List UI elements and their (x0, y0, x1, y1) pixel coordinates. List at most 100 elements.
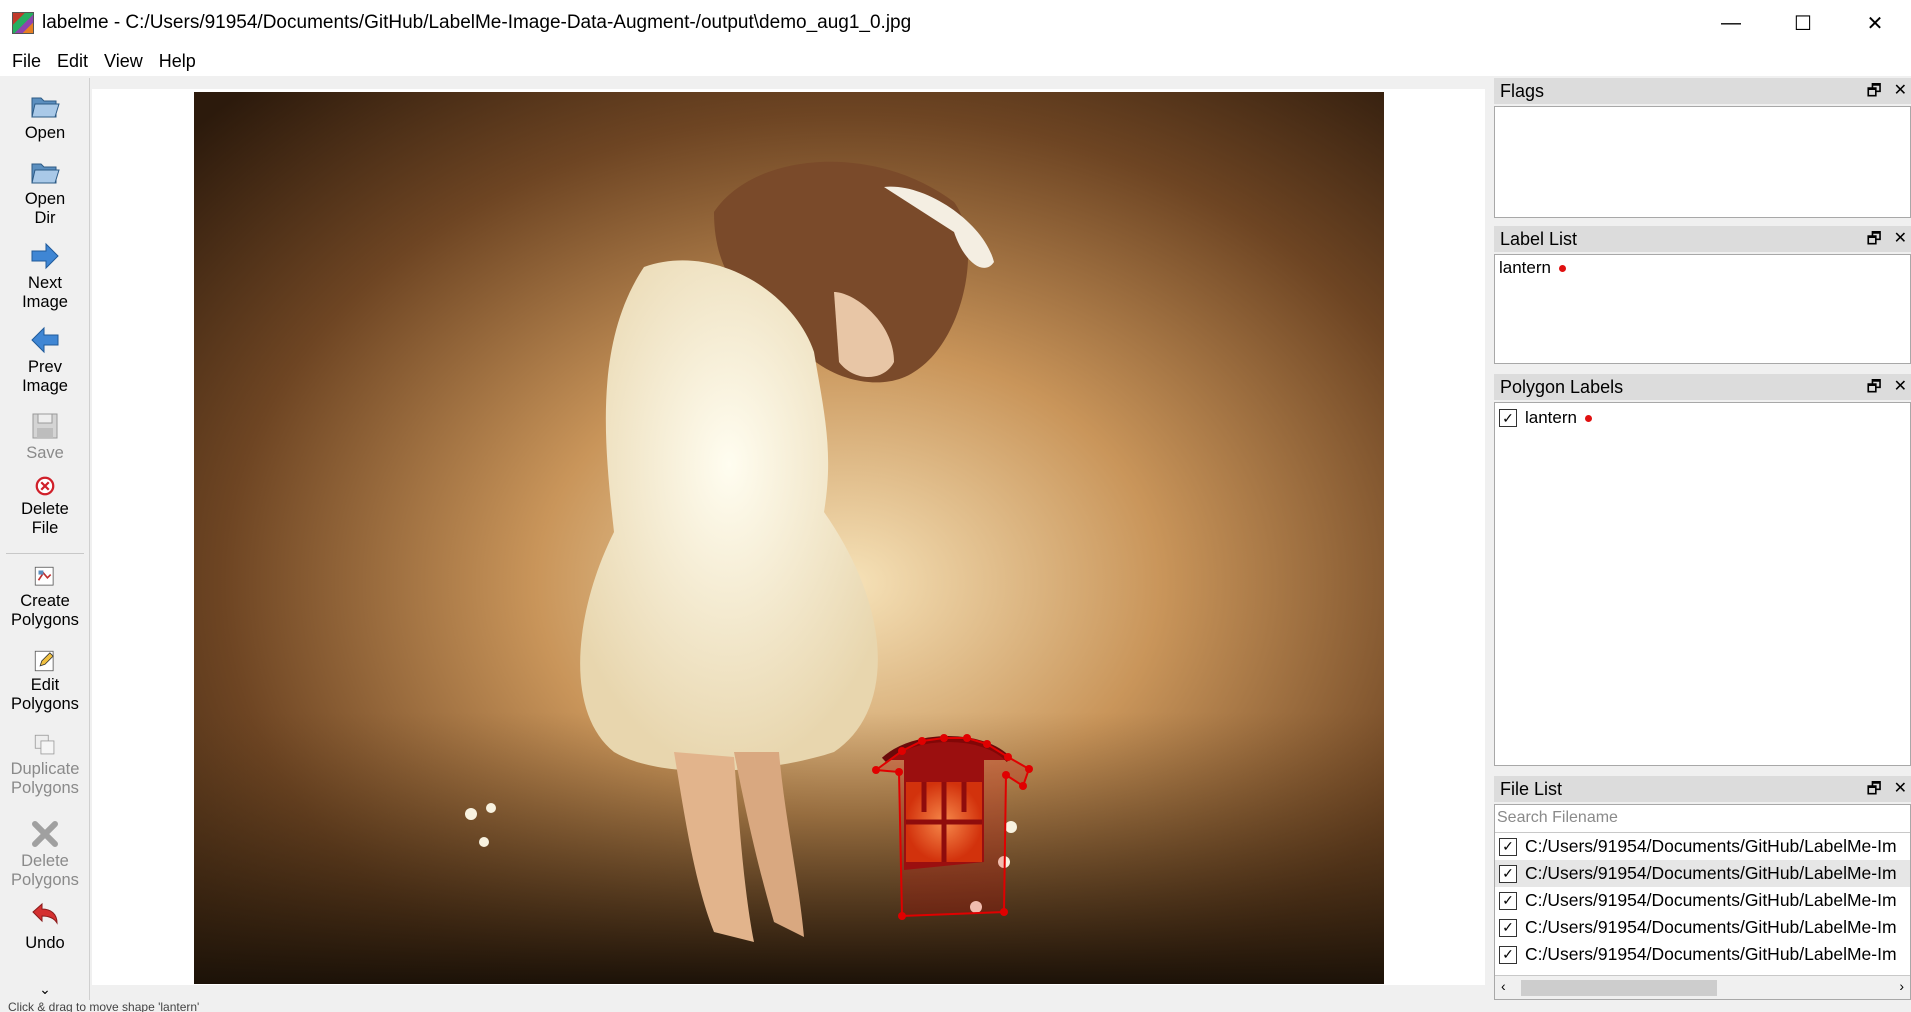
label-color-dot (1558, 264, 1566, 272)
scrollbar-thumb[interactable] (1521, 980, 1717, 996)
labelme-app-icon (12, 12, 34, 34)
close-button[interactable]: ✕ (1839, 0, 1911, 46)
label-text: lantern (1499, 258, 1551, 277)
polygon-label-text: lantern (1525, 408, 1577, 427)
float-icon[interactable]: 🗗 (1867, 376, 1882, 403)
label-list-dock-title: Label List 🗗 ✕ (1494, 226, 1911, 252)
prev-image-label-2: Image (22, 377, 68, 395)
create-polygons-label-2: Polygons (11, 611, 79, 629)
open-button[interactable]: Open (0, 90, 90, 143)
toolbar-separator (6, 553, 84, 554)
delete-polygons-label-1: Delete (21, 852, 69, 870)
scroll-right-icon[interactable]: › (1899, 978, 1904, 994)
save-button[interactable]: Save (0, 410, 90, 463)
flags-dock-buttons: 🗗 ✕ (1867, 80, 1907, 107)
file-list-horizontal-scrollbar[interactable]: ‹ › (1495, 975, 1910, 999)
file-checkbox[interactable]: ✓ (1499, 945, 1517, 964)
arrow-left-icon (31, 326, 59, 354)
float-icon[interactable]: 🗗 (1867, 80, 1882, 107)
undo-label: Undo (25, 934, 65, 952)
create-polygons-button[interactable]: Create Polygons (0, 564, 90, 630)
delete-circle-icon (35, 476, 55, 496)
flags-list (1494, 106, 1911, 218)
file-list-item[interactable]: ✓ C:/Users/91954/Documents/GitHub/LabelM… (1495, 887, 1910, 914)
arrow-right-icon (31, 242, 59, 270)
close-icon[interactable]: ✕ (1894, 376, 1907, 403)
file-checkbox[interactable]: ✓ (1499, 918, 1517, 937)
undo-button[interactable]: Undo (0, 900, 90, 953)
close-icon[interactable]: ✕ (1894, 228, 1907, 255)
next-image-label-1: Next (28, 274, 62, 292)
label-list-item[interactable]: lantern (1495, 255, 1910, 281)
edit-polygons-button[interactable]: Edit Polygons (0, 648, 90, 714)
delete-file-button[interactable]: Delete File (0, 474, 90, 538)
label-list-title: Label List (1500, 228, 1578, 249)
file-checkbox[interactable]: ✓ (1499, 891, 1517, 910)
prev-image-label-1: Prev (28, 358, 62, 376)
menu-bar: File Edit View Help (0, 46, 1911, 76)
menu-file[interactable]: File (4, 51, 49, 72)
folder-open-icon (31, 97, 60, 118)
close-icon[interactable]: ✕ (1894, 778, 1907, 805)
file-checkbox[interactable]: ✓ (1499, 837, 1517, 856)
delete-x-icon (32, 821, 58, 847)
file-list-panel: Search Filename ✓ C:/Users/91954/Documen… (1494, 804, 1911, 1000)
edit-pencil-icon (34, 650, 54, 672)
menu-view[interactable]: View (96, 51, 151, 72)
window-controls: — ☐ ✕ (1695, 0, 1911, 46)
maximize-button[interactable]: ☐ (1767, 0, 1839, 46)
painting-image (194, 92, 1384, 984)
undo-arrow-icon (32, 902, 58, 925)
edit-polygons-label-1: Edit (30, 676, 60, 694)
open-dir-label-2: Dir (34, 209, 56, 227)
file-list-title: File List (1500, 778, 1563, 799)
title-bar: labelme - C:/Users/91954/Documents/GitHu… (0, 0, 1911, 46)
menu-help[interactable]: Help (151, 51, 204, 72)
close-icon[interactable]: ✕ (1894, 80, 1907, 107)
delete-polygons-label-2: Polygons (11, 871, 79, 889)
open-dir-button[interactable]: Open Dir (0, 156, 90, 228)
file-list-dock-title: File List 🗗 ✕ (1494, 776, 1911, 802)
file-path: C:/Users/91954/Documents/GitHub/LabelMe-… (1525, 944, 1897, 964)
minimize-button[interactable]: — (1695, 0, 1767, 46)
file-checkbox[interactable]: ✓ (1499, 864, 1517, 883)
file-path: C:/Users/91954/Documents/GitHub/LabelMe-… (1525, 917, 1897, 937)
scroll-left-icon[interactable]: ‹ (1501, 978, 1506, 994)
file-list-item[interactable]: ✓ C:/Users/91954/Documents/GitHub/LabelM… (1495, 833, 1910, 860)
file-path: C:/Users/91954/Documents/GitHub/LabelMe-… (1525, 863, 1897, 883)
search-filename-input[interactable]: Search Filename (1495, 805, 1910, 833)
polygon-labels-title: Polygon Labels (1500, 376, 1624, 397)
duplicate-polygons-label-1: Duplicate (10, 760, 80, 778)
polygon-labels-dock-title: Polygon Labels 🗗 ✕ (1494, 374, 1911, 400)
file-list-dock-buttons: 🗗 ✕ (1867, 778, 1907, 805)
save-label: Save (26, 444, 64, 462)
edit-polygons-label-2: Polygons (11, 695, 79, 713)
delete-file-label-1: Delete (21, 500, 69, 518)
status-bar: Click & drag to move shape 'lantern' (8, 1000, 200, 1012)
file-list-item-selected[interactable]: ✓ C:/Users/91954/Documents/GitHub/LabelM… (1495, 860, 1910, 887)
duplicate-polygons-button[interactable]: Duplicate Polygons (0, 732, 90, 798)
file-path: C:/Users/91954/Documents/GitHub/LabelMe-… (1525, 890, 1897, 910)
menu-edit[interactable]: Edit (49, 51, 96, 72)
create-polygons-label-1: Create (20, 592, 70, 610)
create-polygon-icon (34, 566, 54, 586)
delete-polygons-button[interactable]: Delete Polygons (0, 818, 90, 890)
file-list-item[interactable]: ✓ C:/Users/91954/Documents/GitHub/LabelM… (1495, 914, 1910, 941)
float-icon[interactable]: 🗗 (1867, 228, 1882, 255)
duplicate-polygons-label-2: Polygons (11, 779, 79, 797)
more-tools-chevron-icon[interactable]: ⌄ (0, 980, 90, 999)
polygon-visible-checkbox[interactable]: ✓ (1499, 409, 1517, 427)
polygon-label-item[interactable]: ✓ lantern (1495, 405, 1910, 431)
file-path: C:/Users/91954/Documents/GitHub/LabelMe-… (1525, 836, 1897, 856)
file-list-item[interactable]: ✓ C:/Users/91954/Documents/GitHub/LabelM… (1495, 941, 1910, 968)
delete-file-label-2: File (31, 519, 59, 537)
flags-title: Flags (1500, 80, 1545, 101)
right-dock-panel: Flags 🗗 ✕ Label List 🗗 ✕ lantern Polygon… (1494, 78, 1911, 1000)
next-image-button[interactable]: Next Image (0, 240, 90, 312)
image-canvas[interactable] (194, 92, 1384, 984)
label-list: lantern (1494, 254, 1911, 364)
prev-image-button[interactable]: Prev Image (0, 324, 90, 396)
float-icon[interactable]: 🗗 (1867, 778, 1882, 805)
flags-dock-title: Flags 🗗 ✕ (1494, 78, 1911, 104)
folder-icon (31, 163, 60, 184)
